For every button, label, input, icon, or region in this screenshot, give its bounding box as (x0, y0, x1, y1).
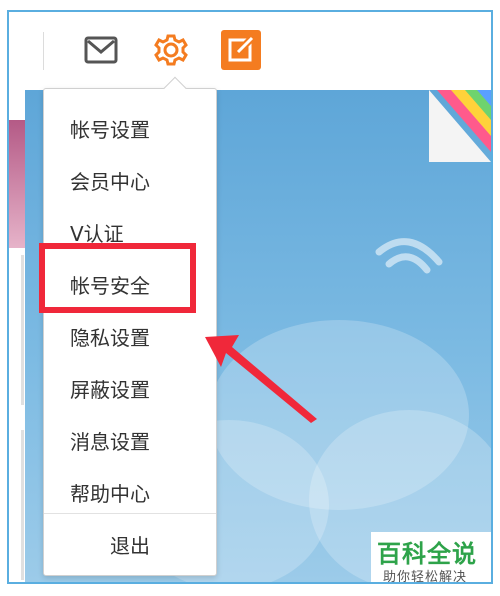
menu-divider (44, 513, 216, 514)
left-panel (9, 90, 25, 582)
left-photo (9, 120, 25, 248)
watermark: 百科全说 助你轻松解决 (371, 532, 491, 584)
signal-decoration-icon (375, 238, 443, 274)
watermark-subtitle: 助你轻松解决 (383, 570, 468, 584)
menu-item-privacy-settings[interactable]: 隐私设置 (44, 313, 216, 363)
red-arrow-icon (205, 335, 317, 423)
gear-icon (154, 34, 188, 66)
mail-button[interactable] (81, 30, 121, 70)
top-toolbar (9, 12, 491, 90)
corner-decoration (429, 90, 491, 162)
settings-button[interactable] (151, 30, 191, 70)
menu-item-account-settings[interactable]: 帐号设置 (44, 105, 216, 155)
menu-item-logout[interactable]: 退出 (44, 521, 216, 571)
highlight-box (39, 243, 196, 313)
compose-button[interactable] (221, 30, 261, 70)
menu-item-member-center[interactable]: 会员中心 (44, 157, 216, 207)
settings-dropdown-menu: 帐号设置 会员中心 V认证 帐号安全 隐私设置 屏蔽设置 消息设置 帮助中心 退… (43, 76, 217, 576)
menu-item-message-settings[interactable]: 消息设置 (44, 417, 216, 467)
watermark-title: 百科全说 (377, 540, 477, 568)
menu-item-help-center[interactable]: 帮助中心 (44, 469, 216, 519)
mail-icon (84, 36, 118, 64)
menu-item-block-settings[interactable]: 屏蔽设置 (44, 365, 216, 415)
edit-icon (221, 30, 261, 70)
app-frame: 帐号设置 会员中心 V认证 帐号安全 隐私设置 屏蔽设置 消息设置 帮助中心 退… (7, 10, 493, 584)
